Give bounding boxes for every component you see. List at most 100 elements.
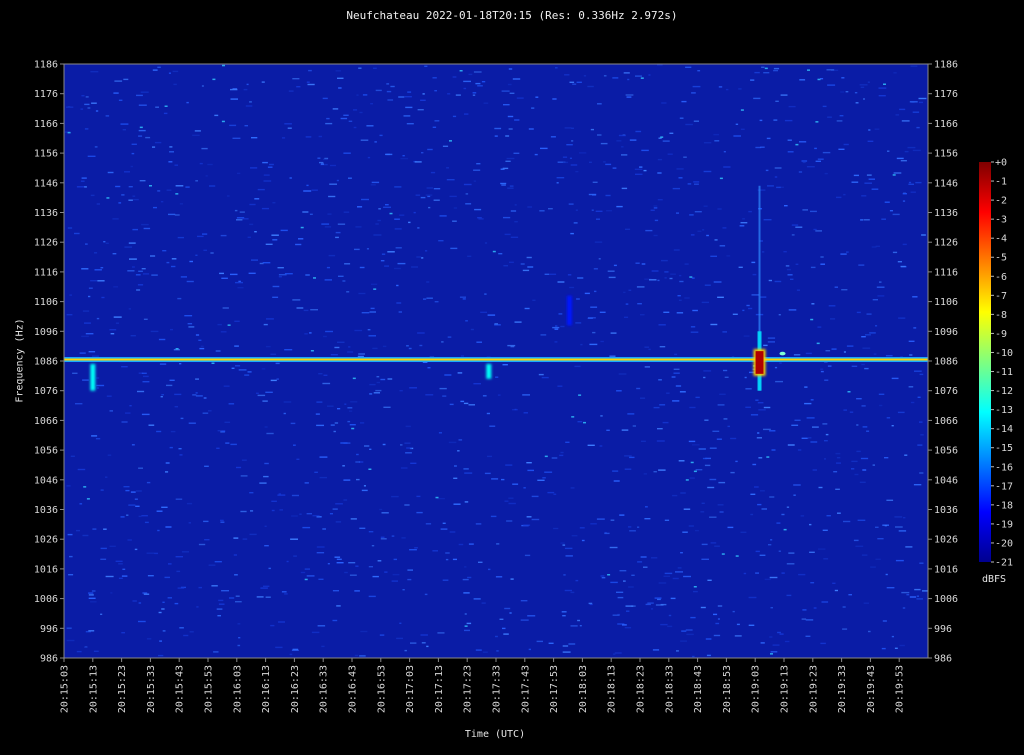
colorbar-tick-label: -17	[995, 481, 1013, 492]
noise-speckle	[138, 602, 142, 604]
noise-speckle	[827, 365, 832, 367]
noise-speckle	[596, 218, 600, 220]
noise-speckle	[340, 117, 348, 120]
noise-speckle	[265, 391, 273, 393]
noise-speckle	[349, 410, 353, 412]
noise-speckle	[91, 102, 97, 104]
noise-speckle	[306, 513, 312, 515]
y-tick-label-right: 1136	[934, 208, 958, 219]
noise-speckle	[327, 405, 334, 407]
noise-speckle	[723, 166, 731, 168]
x-tick-label: 20:17:23	[463, 665, 474, 713]
noise-speckle	[291, 649, 299, 651]
x-tick-label: 20:15:43	[175, 665, 186, 713]
noise-speckle	[681, 630, 687, 632]
noise-bright-speckle	[464, 625, 468, 627]
noise-speckle	[363, 485, 366, 487]
noise-speckle	[661, 102, 667, 104]
noise-speckle	[893, 172, 902, 174]
noise-speckle	[693, 590, 698, 593]
noise-speckle	[229, 597, 235, 599]
noise-speckle	[166, 189, 172, 191]
y-axis-left: 9869961006101610261036104610561066107610…	[34, 60, 64, 665]
noise-speckle	[875, 325, 878, 327]
noise-speckle	[722, 331, 727, 333]
noise-speckle	[639, 166, 643, 168]
noise-speckle	[67, 227, 73, 229]
noise-speckle	[527, 615, 536, 617]
noise-speckle	[715, 622, 720, 625]
noise-speckle	[303, 190, 312, 192]
noise-speckle	[861, 336, 866, 338]
noise-speckle	[321, 223, 330, 225]
noise-speckle	[169, 446, 173, 449]
noise-speckle	[683, 575, 691, 578]
noise-speckle	[678, 460, 685, 462]
noise-speckle	[579, 625, 582, 627]
noise-speckle	[130, 335, 136, 337]
noise-speckle	[592, 331, 596, 334]
noise-speckle	[693, 120, 699, 122]
noise-speckle	[907, 146, 916, 149]
noise-speckle	[425, 394, 434, 396]
noise-speckle	[263, 323, 268, 326]
noise-speckle	[709, 447, 717, 449]
noise-speckle	[856, 311, 861, 314]
noise-speckle	[404, 504, 410, 506]
noise-speckle	[556, 182, 559, 184]
noise-speckle	[335, 70, 341, 72]
noise-speckle	[494, 127, 502, 130]
noise-speckle	[898, 530, 907, 532]
noise-speckle	[750, 414, 759, 416]
noise-speckle	[224, 421, 231, 423]
colorbar-tick-label: -12	[995, 386, 1013, 397]
noise-speckle	[755, 550, 760, 553]
noise-speckle	[457, 450, 460, 452]
noise-speckle	[657, 279, 660, 282]
noise-speckle	[121, 421, 128, 423]
noise-speckle	[891, 425, 894, 427]
noise-speckle	[584, 292, 590, 295]
noise-speckle	[421, 642, 426, 644]
noise-speckle	[899, 108, 906, 111]
noise-speckle	[195, 392, 198, 394]
noise-speckle	[91, 435, 98, 437]
noise-speckle	[396, 302, 402, 304]
noise-speckle	[612, 167, 617, 169]
noise-speckle	[353, 126, 357, 129]
noise-speckle	[360, 630, 368, 633]
noise-speckle	[653, 207, 658, 209]
noise-speckle	[79, 503, 83, 505]
noise-speckle	[329, 164, 336, 167]
noise-speckle	[677, 567, 682, 569]
noise-speckle	[861, 363, 865, 366]
noise-speckle	[562, 161, 569, 164]
noise-speckle	[866, 313, 872, 315]
noise-speckle	[886, 499, 894, 501]
noise-speckle	[621, 154, 628, 156]
noise-speckle	[571, 140, 574, 142]
noise-speckle	[623, 580, 626, 582]
noise-speckle	[668, 614, 672, 617]
noise-bright-speckle	[351, 427, 355, 430]
noise-speckle	[234, 574, 238, 576]
noise-speckle	[356, 478, 360, 481]
noise-speckle	[836, 196, 842, 199]
noise-speckle	[705, 638, 712, 640]
noise-speckle	[637, 526, 640, 528]
noise-speckle	[330, 354, 338, 356]
noise-speckle	[138, 515, 142, 518]
noise-speckle	[380, 378, 386, 381]
noise-speckle	[115, 322, 119, 324]
noise-speckle	[667, 625, 673, 628]
noise-speckle	[523, 412, 528, 414]
noise-speckle	[402, 155, 405, 157]
noise-speckle	[748, 307, 753, 310]
noise-speckle	[775, 100, 779, 102]
noise-speckle	[770, 539, 773, 541]
noise-speckle	[723, 418, 728, 420]
noise-speckle	[132, 600, 137, 602]
noise-speckle	[361, 312, 370, 314]
noise-speckle	[242, 218, 249, 220]
noise-speckle	[442, 145, 449, 147]
